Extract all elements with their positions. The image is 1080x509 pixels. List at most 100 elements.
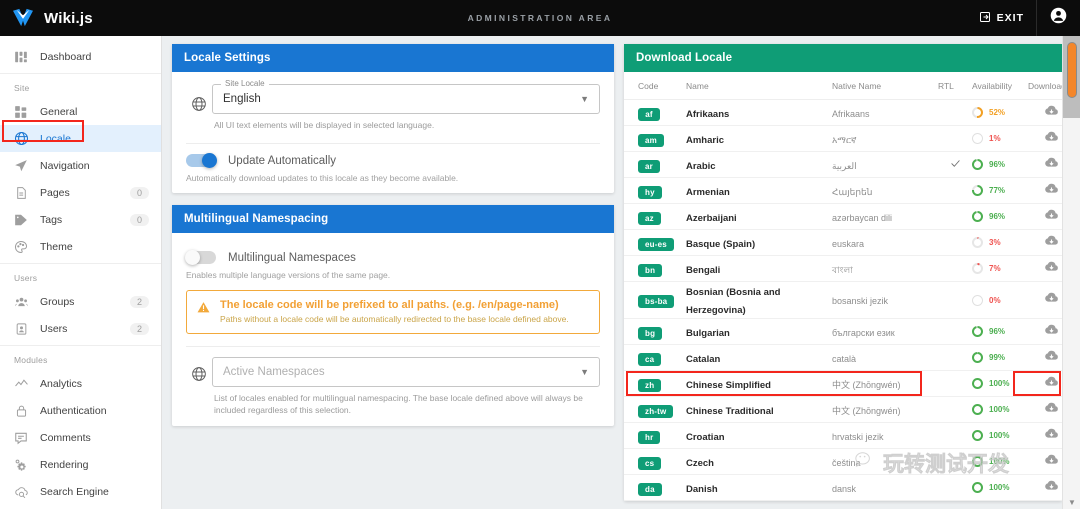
- sidebar-item-general[interactable]: General: [0, 98, 161, 125]
- sidebar-item-users[interactable]: Users 2: [0, 315, 161, 342]
- cloud-download-icon[interactable]: [1044, 324, 1059, 341]
- groups-icon: [10, 295, 32, 309]
- toggle-knob: [202, 153, 217, 169]
- sidebar-item-theme[interactable]: Theme: [0, 233, 161, 260]
- locale-name-cell: Amharic: [686, 125, 832, 152]
- locale-native-cell: hrvatski jezik: [832, 422, 938, 449]
- sidebar-item-locale[interactable]: Locale: [0, 125, 161, 152]
- sidebar-item-tags[interactable]: Tags 0: [0, 206, 161, 233]
- locale-rtl-cell: [938, 318, 972, 345]
- table-row[interactable]: zh-tw Chinese Traditional 中文 (Zhōngwén) 100…: [624, 396, 1074, 423]
- availability-ring: [972, 352, 983, 363]
- locale-code-cell: cs: [624, 448, 686, 475]
- locale-name-cell: Chinese Traditional: [686, 396, 832, 423]
- multilingual-namespaces-toggle[interactable]: [185, 250, 216, 266]
- locale-native-cell: bosanski jezik: [832, 281, 938, 319]
- locale-rtl-cell: [938, 474, 972, 501]
- locale-code-cell: az: [624, 203, 686, 230]
- download-locale-card: Download Locale Code Name Native Name RT…: [624, 44, 1074, 501]
- active-namespaces-select[interactable]: Active Namespaces ▼: [212, 357, 600, 388]
- cloud-download-icon[interactable]: [1044, 350, 1059, 367]
- table-row[interactable]: cs Czech čeština 100%: [624, 448, 1074, 475]
- sidebar-item-count: 2: [129, 295, 149, 308]
- cloud-download-icon[interactable]: [1044, 131, 1059, 148]
- table-row[interactable]: bs-ba Bosnian (Bosnia and Herzegovina) bos…: [624, 281, 1074, 319]
- locale-availability-cell: 3%: [972, 229, 1028, 256]
- locale-availability-cell: 0%: [972, 281, 1028, 319]
- chevron-down-icon: ▼: [580, 94, 589, 104]
- sidebar-item-label: Users: [40, 322, 68, 335]
- table-row[interactable]: ca Catalan català 99%: [624, 344, 1074, 371]
- update-automatically-toggle[interactable]: [186, 153, 217, 169]
- table-row[interactable]: eu-es Basque (Spain) euskara 3%: [624, 229, 1074, 256]
- table-row[interactable]: hy Armenian Հայերեն 77%: [624, 177, 1074, 204]
- sidebar-item-label: Theme: [40, 240, 73, 253]
- sidebar-item-storage[interactable]: Storage: [0, 505, 161, 509]
- locale-code-badge: az: [638, 211, 661, 225]
- sidebar-item-navigation[interactable]: Navigation: [0, 152, 161, 179]
- warning-icon: [197, 299, 210, 324]
- locale-rtl-cell: [938, 125, 972, 152]
- locale-code-cell: bg: [624, 318, 686, 345]
- cloud-download-icon[interactable]: [1044, 235, 1059, 252]
- locale-native-cell: català: [832, 344, 938, 371]
- cloud-download-icon[interactable]: [1044, 261, 1059, 278]
- cloud-download-icon[interactable]: [1044, 292, 1059, 309]
- table-row[interactable]: az Azerbaijani azərbaycan dili 96%: [624, 203, 1074, 230]
- sidebar-item-label: Analytics: [40, 377, 83, 390]
- cloud-download-icon[interactable]: [1044, 209, 1059, 226]
- navigation-icon: [10, 159, 32, 173]
- sidebar-item-count: 2: [129, 322, 149, 335]
- cloud-download-icon[interactable]: [1044, 428, 1059, 445]
- scrollbar-thumb[interactable]: [1067, 42, 1077, 98]
- cloud-download-icon[interactable]: [1044, 480, 1059, 497]
- table-row[interactable]: zh Chinese Simplified 中文 (Zhōngwén) 100%: [624, 370, 1074, 397]
- site-locale-select[interactable]: Site Locale English ▼: [212, 79, 600, 114]
- sidebar-item-authentication[interactable]: Authentication: [0, 397, 161, 424]
- update-automatically-hint: Automatically download updates to this l…: [186, 173, 459, 184]
- table-row[interactable]: ar Arabic العربية 96%: [624, 151, 1074, 178]
- locale-native-cell: čeština: [832, 448, 938, 475]
- lock-icon: [10, 404, 32, 418]
- availability-ring: [972, 456, 983, 467]
- table-row[interactable]: da Danish dansk 100%: [624, 474, 1074, 501]
- cloud-download-icon[interactable]: [1044, 376, 1059, 393]
- cloud-download-icon[interactable]: [1044, 183, 1059, 200]
- cloud-download-icon[interactable]: [1044, 105, 1059, 122]
- sidebar-item-label: Locale: [40, 132, 71, 145]
- locale-code-cell: bn: [624, 255, 686, 282]
- toggle-knob: [185, 250, 200, 266]
- availability-percent: 100%: [989, 405, 1010, 414]
- table-row[interactable]: hr Croatian hrvatski jezik 100%: [624, 422, 1074, 449]
- cloud-download-icon[interactable]: [1044, 402, 1059, 419]
- sidebar-item-dashboard[interactable]: Dashboard: [0, 43, 161, 70]
- sidebar-item-label: Dashboard: [40, 50, 92, 63]
- locale-availability-cell: 7%: [972, 255, 1028, 282]
- locale-name-cell: Bulgarian: [686, 318, 832, 345]
- locale-rtl-cell: [938, 151, 972, 178]
- locale-code-cell: zh-tw: [624, 396, 686, 423]
- divider: [186, 143, 600, 145]
- sidebar[interactable]: Dashboard Site General Locale Navigation Page…: [0, 36, 162, 509]
- table-row[interactable]: bg Bulgarian български език 96%: [624, 318, 1074, 345]
- sidebar-item-rendering[interactable]: Rendering: [0, 451, 161, 478]
- multilingual-toggle-row[interactable]: Multilingual Namespaces: [185, 250, 600, 266]
- sidebar-item-groups[interactable]: Groups 2: [0, 288, 161, 315]
- locale-code-badge: bn: [638, 263, 663, 277]
- page-scrollbar[interactable]: ▼: [1062, 36, 1080, 509]
- cloud-download-icon[interactable]: [1044, 157, 1059, 174]
- sidebar-item-search-engine[interactable]: Search Engine: [0, 478, 161, 505]
- locale-rtl-cell: [938, 448, 972, 475]
- table-row[interactable]: am Amharic አማርኛ 1%: [624, 125, 1074, 152]
- sidebar-item-comments[interactable]: Comments: [0, 424, 161, 451]
- locale-code-cell: ar: [624, 151, 686, 178]
- locale-rtl-cell: [938, 99, 972, 126]
- table-row[interactable]: bn Bengali বাংলা 7%: [624, 255, 1074, 282]
- sidebar-item-analytics[interactable]: Analytics: [0, 370, 161, 397]
- cloud-download-icon[interactable]: [1044, 454, 1059, 471]
- table-row[interactable]: af Afrikaans Afrikaans 52%: [624, 99, 1074, 126]
- sidebar-item-pages[interactable]: Pages 0: [0, 179, 161, 206]
- update-automatically-row[interactable]: Update Automatically: [186, 153, 600, 169]
- scrollbar-down-arrow-icon[interactable]: ▼: [1063, 498, 1080, 507]
- availability-percent: 100%: [989, 483, 1010, 492]
